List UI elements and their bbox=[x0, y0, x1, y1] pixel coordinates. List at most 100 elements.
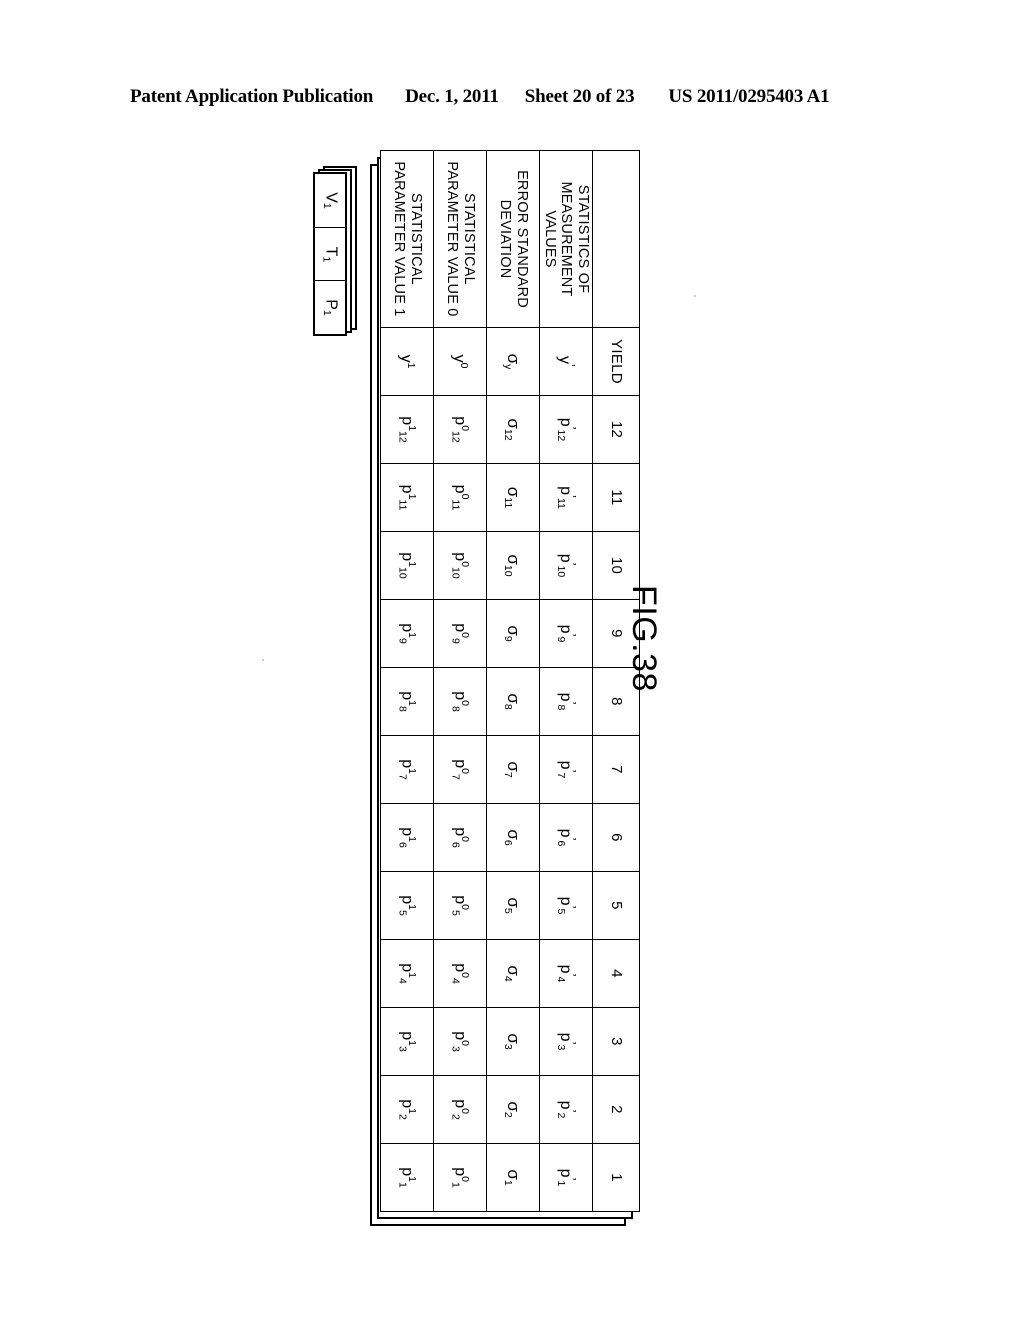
column-header-label: 3 bbox=[607, 1037, 625, 1046]
table-cell: p14 bbox=[380, 939, 434, 1008]
table-cell: p04 bbox=[433, 939, 487, 1008]
row-label-3: STATISTICAL PARAMETER VALUE 1 bbox=[380, 150, 434, 328]
cell-value: p03 bbox=[449, 1031, 471, 1052]
cell-value: p13 bbox=[396, 1031, 418, 1052]
table-cell: σ6 bbox=[486, 803, 540, 872]
index-tab-t1[interactable]: T1 bbox=[315, 226, 345, 281]
cell-value: p’8 bbox=[554, 692, 579, 711]
cell-value: p’11 bbox=[554, 486, 579, 509]
column-header-2: 2 bbox=[592, 1075, 640, 1144]
cell-value: p’12 bbox=[554, 417, 579, 442]
column-header-3: 3 bbox=[592, 1007, 640, 1076]
cell-value: p011 bbox=[449, 484, 471, 511]
table-cell: p’10 bbox=[539, 531, 593, 600]
table-cell: σ4 bbox=[486, 939, 540, 1008]
cell-value: σ3 bbox=[502, 1033, 524, 1050]
table-cell: p08 bbox=[433, 667, 487, 736]
cell-value: p02 bbox=[449, 1099, 471, 1120]
table-cell: p’5 bbox=[539, 871, 593, 940]
table-cell: p07 bbox=[433, 735, 487, 804]
table-cell: p112 bbox=[380, 395, 434, 464]
cell-value: p18 bbox=[396, 691, 418, 712]
cell-value: σ1 bbox=[502, 1169, 524, 1186]
column-header-label: YIELD bbox=[607, 339, 625, 384]
table-cell: p012 bbox=[433, 395, 487, 464]
row-label-1: ERROR STANDARD DEVIATION bbox=[486, 150, 540, 328]
table-cell: p01 bbox=[433, 1143, 487, 1212]
cell-value: σ5 bbox=[502, 897, 524, 914]
column-header-label: 1 bbox=[607, 1173, 625, 1182]
table-row: ERROR STANDARD DEVIATION σy σ12 σ11 σ10 σ9 σ8 σ… bbox=[486, 150, 540, 1212]
column-header-4: 4 bbox=[592, 939, 640, 1008]
table-cell: σ10 bbox=[486, 531, 540, 600]
table-cell: p’4 bbox=[539, 939, 593, 1008]
table-cell: y’ bbox=[539, 327, 593, 396]
table-cell: p011 bbox=[433, 463, 487, 532]
table-cell: p15 bbox=[380, 871, 434, 940]
table-cell: p05 bbox=[433, 871, 487, 940]
cell-value: p08 bbox=[449, 691, 471, 712]
table-cell: σ8 bbox=[486, 667, 540, 736]
cell-value: p11 bbox=[396, 1167, 418, 1188]
table-cell: p’2 bbox=[539, 1075, 593, 1144]
index-tab-p1[interactable]: P1 bbox=[315, 280, 345, 335]
table-cell: p09 bbox=[433, 599, 487, 668]
cell-value: σy bbox=[502, 353, 524, 370]
cell-value: p05 bbox=[449, 895, 471, 916]
table-cell: p17 bbox=[380, 735, 434, 804]
cell-value: p112 bbox=[396, 416, 418, 443]
cell-value: y1 bbox=[397, 354, 418, 369]
row-label-2: STATISTICAL PARAMETER VALUE 0 bbox=[433, 150, 487, 328]
cell-value: p’7 bbox=[554, 760, 579, 779]
cell-value: p17 bbox=[396, 759, 418, 780]
column-header-label: 9 bbox=[607, 629, 625, 638]
cell-value: p15 bbox=[396, 895, 418, 916]
table-cell: σy bbox=[486, 327, 540, 396]
column-header-label: 2 bbox=[607, 1105, 625, 1114]
column-header-label: 6 bbox=[607, 833, 625, 842]
index-tab-v1[interactable]: V1 bbox=[315, 174, 345, 227]
table-cell: p’6 bbox=[539, 803, 593, 872]
cell-value: p’4 bbox=[554, 964, 579, 983]
column-header-label: 10 bbox=[607, 556, 625, 575]
cell-value: p01 bbox=[449, 1167, 471, 1188]
column-header-label: 5 bbox=[607, 901, 625, 910]
table-cell: p02 bbox=[433, 1075, 487, 1144]
table-cell: σ9 bbox=[486, 599, 540, 668]
table-cell: p18 bbox=[380, 667, 434, 736]
cell-value: σ8 bbox=[502, 693, 524, 710]
table-cell: p’1 bbox=[539, 1143, 593, 1212]
figure-caption: FIG.38 bbox=[625, 585, 663, 692]
table-cell: p’11 bbox=[539, 463, 593, 532]
table-row: STATISTICS OF MEASUREMENT VALUES y’ p’12 p’… bbox=[539, 150, 593, 1212]
table-cell: p03 bbox=[433, 1007, 487, 1076]
column-header-1: 1 bbox=[592, 1143, 640, 1212]
cell-value: p’2 bbox=[554, 1100, 579, 1119]
table-cell: σ5 bbox=[486, 871, 540, 940]
cell-value: σ6 bbox=[502, 829, 524, 846]
cell-value: p19 bbox=[396, 623, 418, 644]
column-header-label: 7 bbox=[607, 765, 625, 774]
cell-value: p14 bbox=[396, 963, 418, 984]
cell-value: σ11 bbox=[502, 486, 524, 509]
cell-value: p’1 bbox=[554, 1168, 579, 1187]
table-cell: p’7 bbox=[539, 735, 593, 804]
table-cell: σ1 bbox=[486, 1143, 540, 1212]
column-header-12: 12 bbox=[592, 395, 640, 464]
column-header-11: 11 bbox=[592, 463, 640, 532]
cell-value: p111 bbox=[396, 484, 418, 511]
figure-38: V1 T1 P1 YIELD 12 11 10 9 8 7 6 5 4 3 2 1 STATISTICS OF… bbox=[0, 0, 1024, 1320]
table-cell: p19 bbox=[380, 599, 434, 668]
table-cell: y0 bbox=[433, 327, 487, 396]
column-header-label: 11 bbox=[607, 489, 625, 506]
column-header-6: 6 bbox=[592, 803, 640, 872]
statistics-table: YIELD 12 11 10 9 8 7 6 5 4 3 2 1 STATISTICS OF MEASUR… bbox=[380, 150, 640, 1212]
cell-value: p07 bbox=[449, 759, 471, 780]
index-tab-group: V1 T1 P1 bbox=[313, 172, 347, 336]
cell-value: σ4 bbox=[502, 965, 524, 982]
cell-value: p06 bbox=[449, 827, 471, 848]
cell-value: p110 bbox=[396, 552, 418, 579]
index-tab-label: T1 bbox=[320, 246, 340, 262]
cell-value: σ9 bbox=[502, 625, 524, 642]
table-cell: p’9 bbox=[539, 599, 593, 668]
